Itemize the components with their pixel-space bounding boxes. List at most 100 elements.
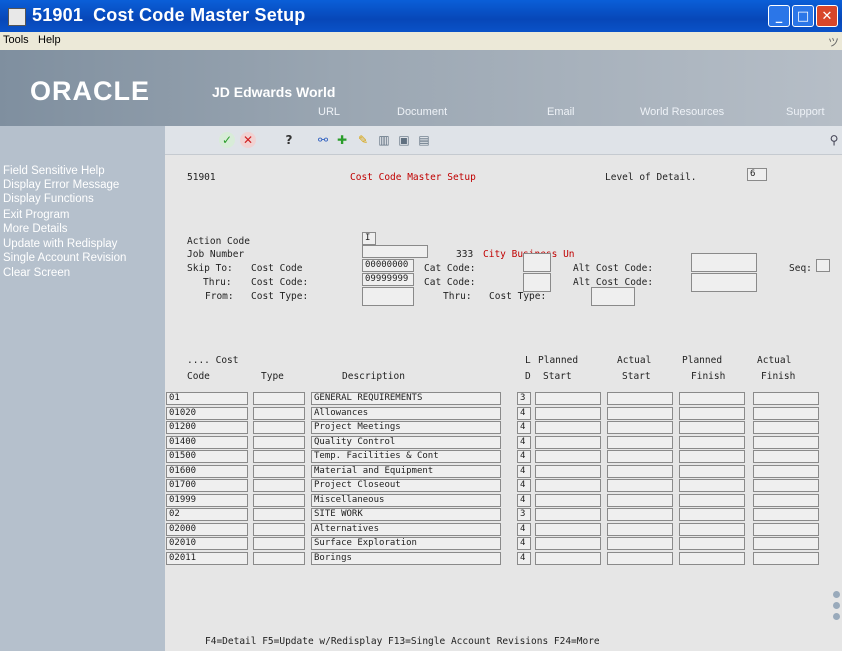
row-planned-finish-field[interactable] — [679, 406, 745, 420]
row-code-field[interactable]: 01700 — [166, 479, 248, 492]
link-exit-program[interactable]: Exit Program — [3, 208, 69, 222]
row-ld-field[interactable]: 3 — [517, 392, 531, 405]
row-type-field[interactable] — [253, 551, 305, 565]
row-planned-finish-field[interactable] — [679, 479, 745, 492]
row-ld-field[interactable]: 4 — [517, 522, 531, 536]
alt-cost-code-thru-field[interactable] — [691, 273, 757, 292]
link-display-error-message[interactable]: Display Error Message — [3, 178, 119, 192]
row-type-field[interactable] — [253, 421, 305, 434]
row-actual-finish-field[interactable] — [753, 450, 819, 463]
row-actual-start-field[interactable] — [607, 479, 673, 492]
row-actual-start-field[interactable] — [607, 435, 673, 449]
row-code-field[interactable]: 01999 — [166, 493, 248, 507]
row-type-field[interactable] — [253, 522, 305, 536]
row-actual-start-field[interactable] — [607, 551, 673, 565]
row-type-field[interactable] — [253, 537, 305, 550]
link-field-sensitive-help[interactable]: Field Sensitive Help — [3, 164, 105, 178]
link-single-account-revision[interactable]: Single Account Revision — [3, 251, 126, 265]
row-planned-start-field[interactable] — [535, 392, 601, 405]
cost-type-from-field[interactable] — [362, 287, 414, 306]
row-ld-field[interactable]: 4 — [517, 479, 531, 492]
search-icon[interactable]: ⚲ — [826, 132, 842, 148]
row-description-field[interactable]: Alternatives — [311, 522, 501, 536]
row-actual-finish-field[interactable] — [753, 537, 819, 550]
maximize-button[interactable]: □ — [792, 5, 814, 27]
row-description-field[interactable]: Quality Control — [311, 435, 501, 449]
row-description-field[interactable]: GENERAL REQUIREMENTS — [311, 392, 501, 405]
print-icon[interactable]: ▣ — [396, 132, 412, 148]
row-planned-start-field[interactable] — [535, 551, 601, 565]
row-actual-finish-field[interactable] — [753, 508, 819, 521]
scroll-search-icon[interactable] — [833, 613, 840, 620]
row-planned-start-field[interactable] — [535, 508, 601, 521]
row-ld-field[interactable]: 4 — [517, 450, 531, 463]
row-ld-field[interactable]: 4 — [517, 537, 531, 550]
row-actual-start-field[interactable] — [607, 522, 673, 536]
row-code-field[interactable]: 01 — [166, 392, 248, 405]
row-actual-start-field[interactable] — [607, 406, 673, 420]
row-ld-field[interactable]: 4 — [517, 551, 531, 565]
row-planned-finish-field[interactable] — [679, 421, 745, 434]
row-ld-field[interactable]: 4 — [517, 421, 531, 434]
level-of-detail-field[interactable]: 6 — [747, 168, 767, 181]
link-more-details[interactable]: More Details — [3, 222, 68, 236]
row-ld-field[interactable]: 4 — [517, 464, 531, 478]
row-code-field[interactable]: 01500 — [166, 450, 248, 463]
row-actual-start-field[interactable] — [607, 421, 673, 434]
row-actual-finish-field[interactable] — [753, 406, 819, 420]
row-actual-start-field[interactable] — [607, 493, 673, 507]
row-planned-finish-field[interactable] — [679, 450, 745, 463]
cost-code-thru-field[interactable]: 09999999 — [362, 273, 414, 286]
scroll-up-icon[interactable] — [833, 591, 840, 598]
row-actual-finish-field[interactable] — [753, 464, 819, 478]
seq-field[interactable] — [816, 259, 830, 272]
add-icon[interactable]: ✚ — [334, 132, 350, 148]
row-description-field[interactable]: SITE WORK — [311, 508, 501, 521]
row-description-field[interactable]: Surface Exploration — [311, 537, 501, 550]
scroll-down-icon[interactable] — [833, 602, 840, 609]
row-actual-finish-field[interactable] — [753, 522, 819, 536]
row-actual-finish-field[interactable] — [753, 421, 819, 434]
row-description-field[interactable]: Temp. Facilities & Cont — [311, 450, 501, 463]
row-planned-start-field[interactable] — [535, 435, 601, 449]
menu-tools[interactable]: Tools — [3, 34, 29, 46]
export-icon[interactable]: ▤ — [416, 132, 432, 148]
link-update-with-redisplay[interactable]: Update with Redisplay — [3, 237, 117, 251]
row-actual-start-field[interactable] — [607, 508, 673, 521]
row-planned-finish-field[interactable] — [679, 508, 745, 521]
link-display-functions[interactable]: Display Functions — [3, 192, 94, 206]
row-description-field[interactable]: Miscellaneous — [311, 493, 501, 507]
delete-icon[interactable]: ▥ — [376, 132, 392, 148]
row-type-field[interactable] — [253, 406, 305, 420]
row-planned-finish-field[interactable] — [679, 493, 745, 507]
row-code-field[interactable]: 01200 — [166, 421, 248, 434]
binoculars-icon[interactable]: ⚯ — [315, 132, 331, 148]
row-actual-finish-field[interactable] — [753, 551, 819, 565]
row-planned-finish-field[interactable] — [679, 392, 745, 405]
action-code-field[interactable]: I — [362, 232, 376, 245]
row-code-field[interactable]: 02011 — [166, 551, 248, 565]
row-code-field[interactable]: 01400 — [166, 435, 248, 449]
link-document[interactable]: Document — [397, 106, 447, 118]
row-actual-start-field[interactable] — [607, 450, 673, 463]
row-planned-start-field[interactable] — [535, 479, 601, 492]
row-description-field[interactable]: Project Meetings — [311, 421, 501, 434]
row-planned-start-field[interactable] — [535, 537, 601, 550]
check-icon[interactable]: ✓ — [219, 132, 235, 148]
row-description-field[interactable]: Project Closeout — [311, 479, 501, 492]
row-code-field[interactable]: 01600 — [166, 464, 248, 478]
row-ld-field[interactable]: 3 — [517, 508, 531, 521]
row-ld-field[interactable]: 4 — [517, 493, 531, 507]
row-planned-start-field[interactable] — [535, 450, 601, 463]
cost-code-from-field[interactable]: 00000000 — [362, 259, 414, 272]
link-url[interactable]: URL — [318, 106, 340, 118]
cancel-icon[interactable]: ✕ — [240, 132, 256, 148]
row-actual-start-field[interactable] — [607, 392, 673, 405]
row-description-field[interactable]: Borings — [311, 551, 501, 565]
row-actual-finish-field[interactable] — [753, 493, 819, 507]
alt-cost-code-from-field[interactable] — [691, 253, 757, 272]
row-planned-finish-field[interactable] — [679, 464, 745, 478]
row-type-field[interactable] — [253, 479, 305, 492]
link-email[interactable]: Email — [547, 106, 575, 118]
job-number-field[interactable] — [362, 245, 428, 258]
